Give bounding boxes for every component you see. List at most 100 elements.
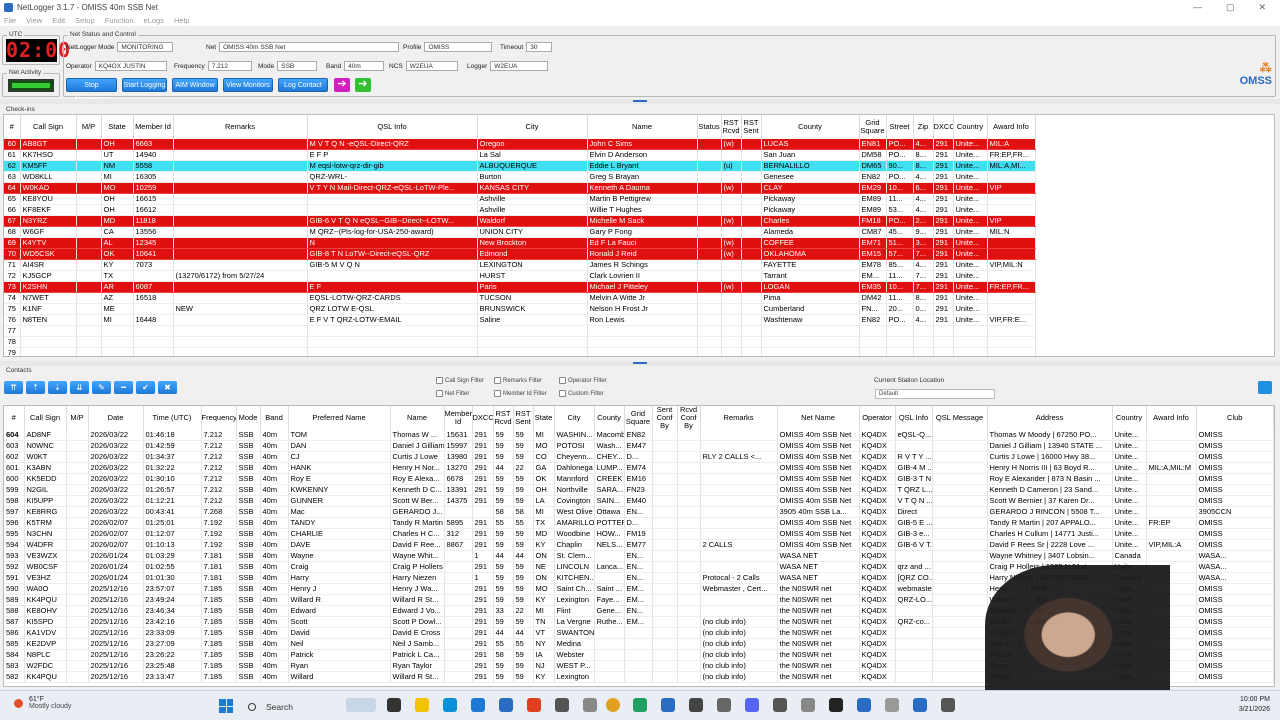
checkin-cell[interactable]: DM42 [859,292,887,304]
checkin-cell[interactable] [741,270,762,282]
checkin-cell[interactable]: E F P [307,149,478,161]
checkin-cell[interactable]: John C Sims [587,139,698,150]
menu-help[interactable]: Help [174,16,189,25]
checkin-cell[interactable]: James R Schings [587,259,698,271]
contact-cell[interactable]: W2FDC [24,660,67,672]
checkin-cell[interactable]: TUCSON [477,292,588,304]
checkin-cell[interactable]: EM15 [859,248,887,260]
checkin-cell[interactable]: 16612 [133,204,174,216]
contact-cell[interactable] [895,627,933,639]
contact-cell[interactable]: RLY 2 CALLS <... [700,451,778,463]
contact-cell[interactable] [932,638,988,650]
checkin-cell[interactable]: 60 [4,139,21,150]
contact-cell[interactable]: 55 [493,517,514,529]
checkin-cell[interactable]: 4... [913,314,934,326]
contact-cell[interactable]: Neil [288,638,391,650]
checkin-cell[interactable]: QRZ LOTW E-QSL [307,303,478,315]
contact-cell[interactable]: OMISS [1196,660,1274,672]
contact-cell[interactable]: KQ4DX [859,561,896,573]
contact-cell[interactable]: 40m [260,638,289,650]
contact-cell[interactable] [652,484,678,496]
contact-cell[interactable]: KE8OHV [24,605,67,617]
contact-cell[interactable]: 59 [513,484,534,496]
band-select[interactable]: 40m [344,61,385,71]
confirm-icon[interactable]: ✔ [136,381,155,394]
contact-cell[interactable]: SSB [236,572,261,584]
contact-cell[interactable]: 291 [472,616,494,628]
contact-cell[interactable] [652,495,678,507]
checkin-cell[interactable]: FAYETTE [761,259,860,271]
contact-cell[interactable]: 291 [472,473,494,485]
checkin-cell[interactable]: EN82 [859,171,887,183]
contact-cell[interactable] [677,539,701,551]
contact-cell[interactable]: GERARDO J RINCON | 5508 T... [987,506,1113,518]
checkin-cell[interactable]: CA [101,226,134,238]
contacts-header-0[interactable]: # [4,406,25,430]
contact-cell[interactable]: DAN [288,440,391,452]
contact-cell[interactable]: OMISS [1196,517,1274,529]
checkin-cell[interactable]: 73 [4,281,21,293]
minimize-button[interactable]: — [1193,2,1202,13]
checkin-cell[interactable]: Melvin A Witte Jr [587,292,698,304]
contact-cell[interactable] [594,660,625,672]
checkin-cell[interactable]: Ed F La Fauci [587,237,698,249]
app-icon-10[interactable] [801,698,815,712]
checkin-row[interactable]: 71 AI4SR KY 7073 GIB-5 M V Q N LEXINGTON James… [4,259,1274,271]
contact-cell[interactable]: SSB [236,605,261,617]
contact-cell[interactable] [677,528,701,540]
station-location-select[interactable]: Default [875,389,995,399]
checkin-cell[interactable] [886,336,914,348]
contact-cell[interactable]: 59 [493,484,514,496]
contact-cell[interactable] [652,550,678,562]
checkin-cell[interactable]: Ashville [477,204,588,216]
edge-icon[interactable] [443,698,457,712]
checkin-cell[interactable]: Unite... [953,259,988,271]
contact-cell[interactable]: 7.181 [201,572,237,584]
contact-cell[interactable]: 7.212 [201,484,237,496]
contact-cell[interactable]: 40m [260,572,289,584]
contact-cell[interactable]: 291 [472,440,494,452]
contact-cell[interactable]: 44 [493,550,514,562]
checkins-header-14[interactable]: Street [886,115,914,139]
contact-cell[interactable]: 59 [493,572,514,584]
contact-cell[interactable]: 2026/03/22 [88,473,144,485]
contact-cell[interactable] [1146,451,1197,463]
contacts-header-4[interactable]: Time (UTC) [143,406,202,430]
checkin-cell[interactable] [173,248,308,260]
contact-cell[interactable] [444,594,473,606]
checkin-cell[interactable] [761,347,860,356]
contact-cell[interactable]: KQ4DX [859,638,896,650]
checkin-cell[interactable]: 76 [4,314,21,326]
contacts-header-10[interactable]: Member Id [444,406,473,430]
checkin-cell[interactable] [20,347,77,356]
contact-cell[interactable]: EN... [624,572,653,584]
checkin-cell[interactable]: UNION CITY [477,226,588,238]
contact-cell[interactable]: KK4PQU [24,594,67,606]
view-monitors-button[interactable]: View Monitors [223,78,273,92]
checkin-cell[interactable]: COFFEE [761,237,860,249]
checkin-cell[interactable]: ALBUQUERQUE [477,160,588,172]
log-contact-button[interactable]: Log Contact [278,78,328,92]
checkin-cell[interactable]: Waldorf [477,215,588,227]
contact-cell[interactable]: 59 [513,495,534,507]
contact-cell[interactable]: SSB [236,561,261,573]
contact-cell[interactable]: Craig [288,561,391,573]
discord-icon[interactable] [745,698,759,712]
contact-cell[interactable]: 291 [472,539,494,551]
contact-cell[interactable] [677,506,701,518]
checkin-cell[interactable] [721,292,742,304]
contact-cell[interactable]: Henry H Nor... [390,462,445,474]
checkin-cell[interactable]: 11... [886,193,914,205]
checkin-cell[interactable]: (w) [721,248,742,260]
contact-cell[interactable] [652,605,678,617]
checkin-cell[interactable] [76,215,102,227]
contact-cell[interactable]: 3905 40m SSB La... [777,506,860,518]
checkin-cell[interactable]: LEXINGTON [477,259,588,271]
checkin-cell[interactable]: UT [101,149,134,161]
contact-cell[interactable]: 291 [472,517,494,529]
contact-cell[interactable]: QRZ-LO... [895,594,933,606]
checkin-cell[interactable]: Unite... [953,182,988,194]
contact-cell[interactable]: 2026/02/07 [88,539,144,551]
contact-cell[interactable]: 01:34:37 [143,451,202,463]
contact-cell[interactable]: webmaster [895,583,933,595]
